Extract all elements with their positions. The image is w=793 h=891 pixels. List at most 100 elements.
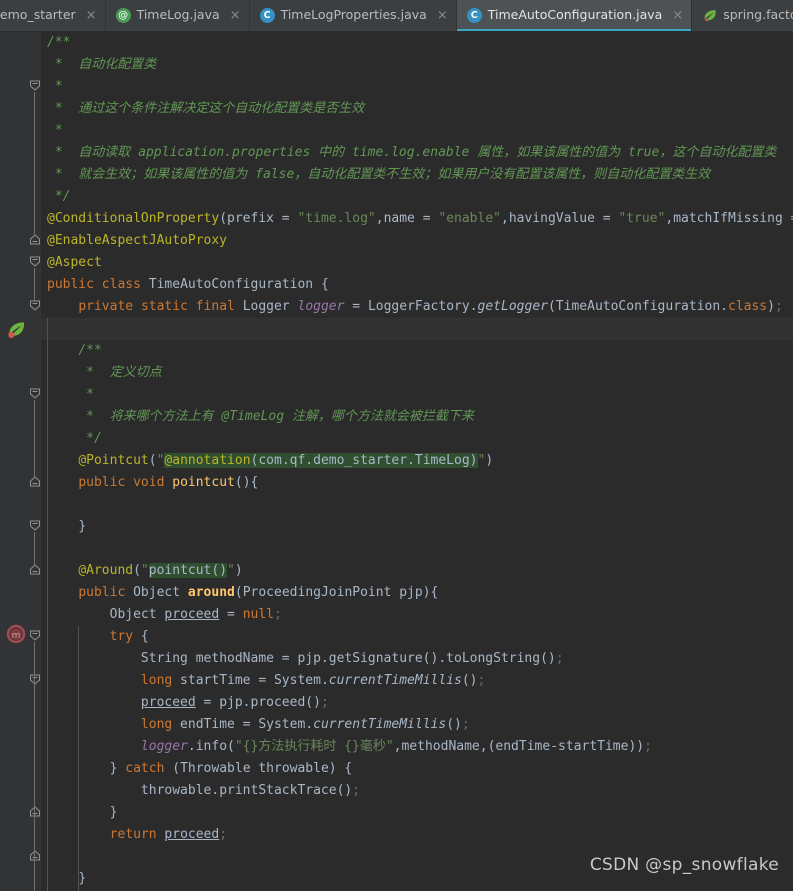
editor-gutter[interactable] [0, 32, 29, 891]
tab-timelogproperties-java[interactable]: C TimeLogProperties.java × [249, 0, 457, 31]
code-line[interactable]: return proceed; [41, 824, 793, 846]
code-text-area[interactable]: /** * 自动化配置类 * * 通过这个条件注解决定这个自动化配置类是否生效 … [41, 32, 793, 891]
code-token: * 定义切点 [78, 365, 162, 380]
code-token: return [109, 827, 157, 842]
code-token: final [195, 299, 235, 314]
code-token: = [414, 211, 439, 226]
code-line[interactable]: throwable.printStackTrace(); [41, 780, 793, 802]
code-folding-column[interactable] [29, 32, 41, 891]
code-line[interactable]: * 自动读取 application.properties 中的 time.lo… [41, 142, 793, 164]
code-token: * 通过这个条件注解决定这个自动化配置类是否生效 [47, 101, 365, 116]
code-token: , [501, 211, 509, 226]
code-line[interactable]: public class TimeAutoConfiguration { [41, 274, 793, 296]
code-line[interactable]: * 通过这个条件注解决定这个自动化配置类是否生效 [41, 98, 793, 120]
code-token: /** [47, 35, 71, 50]
code-token: ; [555, 651, 564, 666]
code-line[interactable]: logger.info("{}方法执行耗时 {}毫秒",methodName,(… [41, 736, 793, 758]
code-token: = pjp.proceed() [195, 695, 321, 710]
code-line[interactable]: * 自动化配置类 [41, 54, 793, 76]
code-token: * 自动读取 application.properties 中的 time.lo… [47, 145, 777, 160]
code-token: ) [485, 453, 494, 468]
code-editor[interactable]: /** * 自动化配置类 * * 通过这个条件注解决定这个自动化配置类是否生效 … [0, 32, 793, 891]
code-line[interactable]: private static final Logger logger = Log… [41, 296, 793, 318]
code-token: } [78, 519, 87, 534]
close-icon[interactable]: × [86, 9, 97, 22]
editor-tab-bar: demo_starter × @ TimeLog.java × C TimeLo… [0, 0, 793, 32]
code-token: class [728, 299, 768, 314]
code-line[interactable]: @Around("pointcut()") [41, 560, 793, 582]
code-line[interactable]: * [41, 120, 793, 142]
code-line[interactable]: proceed = pjp.proceed(); [41, 692, 793, 714]
code-line[interactable]: } [41, 802, 793, 824]
code-token: () [461, 673, 478, 688]
code-line[interactable]: String methodName = pjp.getSignature().t… [41, 648, 793, 670]
code-token: } [109, 805, 118, 820]
code-line[interactable]: /** [41, 32, 793, 54]
fold-region-line [34, 92, 35, 236]
tab-spring-factories[interactable]: spring.factories × [692, 0, 793, 31]
code-line[interactable]: @Aspect [41, 252, 793, 274]
code-line[interactable]: public Object around(ProceedingJoinPoint… [41, 582, 793, 604]
tab-demo-starter[interactable]: demo_starter × [0, 0, 106, 31]
code-line[interactable]: Object proceed = null; [41, 604, 793, 626]
fold-region-line [34, 268, 35, 302]
code-line[interactable]: @EnableAspectJAutoProxy [41, 230, 793, 252]
fold-region-line [34, 818, 35, 852]
code-line[interactable]: public void pointcut(){ [41, 472, 793, 494]
code-line[interactable]: /** [41, 340, 793, 362]
code-line[interactable]: long startTime = System.currentTimeMilli… [41, 670, 793, 692]
code-token: ; [774, 299, 783, 314]
java-class-icon: C [466, 8, 482, 23]
code-line[interactable]: * 就会生效；如果该属性的值为 false，自动化配置类不生效；如果用户没有配置… [41, 164, 793, 186]
code-token: proceed [164, 827, 220, 842]
code-line[interactable]: * [41, 384, 793, 406]
code-token: ; [477, 673, 486, 688]
code-line[interactable]: * 定义切点 [41, 362, 793, 384]
code-line[interactable]: long endTime = System.currentTimeMillis(… [41, 714, 793, 736]
code-token: ) [234, 563, 243, 578]
code-token: , [375, 211, 384, 226]
code-token: try [109, 629, 134, 644]
code-line[interactable]: */ [41, 186, 793, 208]
code-token: = [219, 607, 243, 622]
spring-bean-gutter-icon[interactable] [6, 320, 25, 338]
code-line[interactable]: * [41, 76, 793, 98]
code-line[interactable]: } catch (Throwable throwable) { [41, 758, 793, 780]
code-line[interactable]: try { [41, 626, 793, 648]
code-token: "time.log" [297, 211, 376, 226]
tab-timeautoconfiguration-java[interactable]: C TimeAutoConfiguration.java × [456, 0, 693, 31]
code-token: proceed [140, 695, 196, 710]
code-token: private [78, 299, 134, 314]
tab-label: demo_starter [0, 7, 76, 23]
code-line[interactable] [41, 318, 793, 340]
close-icon[interactable]: × [230, 9, 241, 22]
close-icon[interactable]: × [437, 9, 448, 22]
code-token: long [140, 717, 173, 732]
tab-timelog-java[interactable]: @ TimeLog.java × [105, 0, 250, 31]
close-icon[interactable]: × [672, 9, 683, 22]
code-line[interactable] [41, 538, 793, 560]
code-line[interactable]: */ [41, 428, 793, 450]
code-line[interactable] [41, 494, 793, 516]
aspectj-advice-gutter-icon[interactable]: m [6, 624, 26, 644]
code-token: TimeAutoConfiguration { [140, 277, 329, 292]
code-line[interactable]: @Pointcut("@annotation(com.qf.demo_start… [41, 450, 793, 472]
code-token: around [187, 585, 235, 600]
code-token: "{}方法执行耗时 {}毫秒" [234, 739, 394, 754]
code-token: * 自动化配置类 [47, 57, 157, 72]
code-line[interactable]: } [41, 516, 793, 538]
code-line[interactable]: @ConditionalOnProperty(prefix = "time.lo… [41, 208, 793, 230]
code-line[interactable]: * 将来哪个方法上有 @TimeLog 注解，哪个方法就会被拦截下来 [41, 406, 793, 428]
